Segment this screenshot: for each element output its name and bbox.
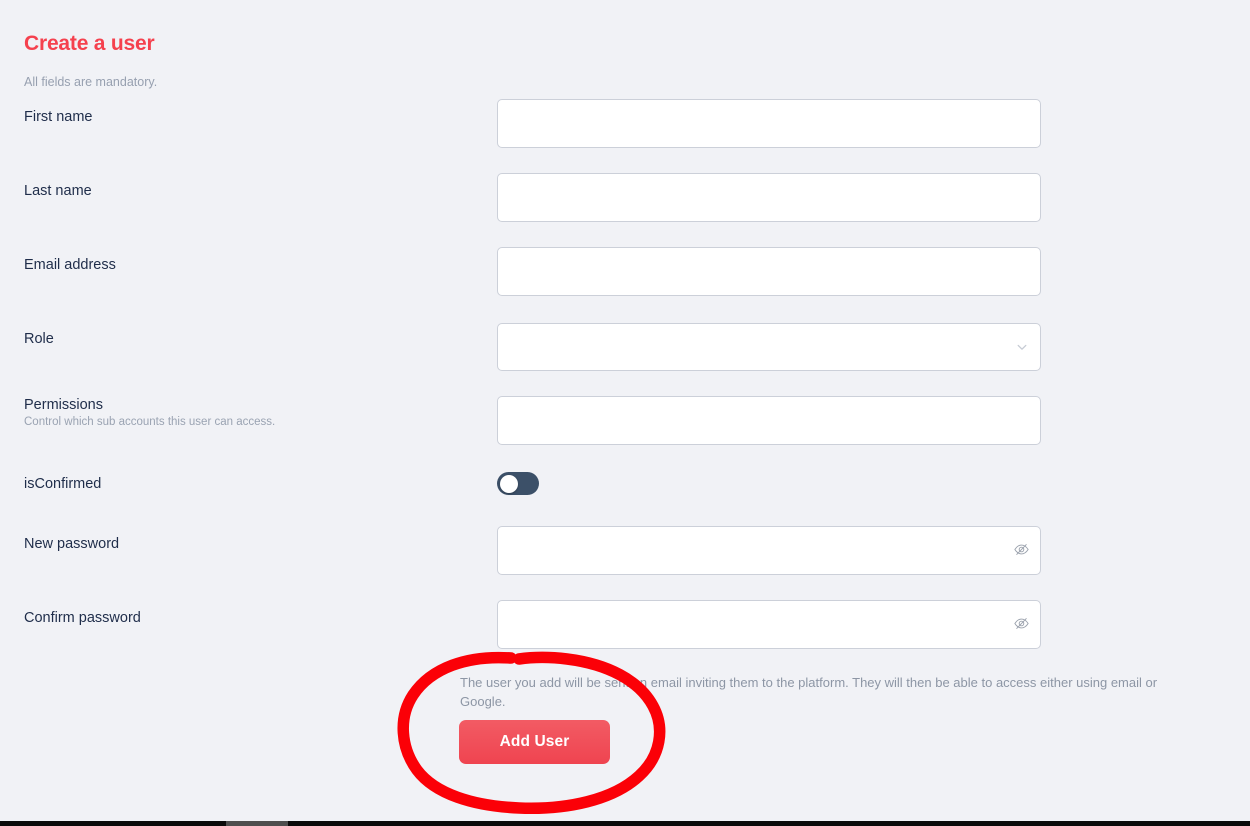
confirm-password-visibility-toggle[interactable] [1011,615,1031,635]
invite-info-text: The user you add will be sent an email i… [460,675,1158,709]
role-select-value[interactable] [497,323,1041,371]
email-address-input[interactable] [497,247,1041,296]
permissions-input[interactable] [497,396,1041,445]
page-title: Create a user [24,32,155,55]
role-select[interactable] [497,323,1041,371]
email-address-label: Email address [24,257,116,273]
first-name-input[interactable] [497,99,1041,148]
page-subtitle: All fields are mandatory. [24,75,158,89]
role-control [497,323,1041,371]
first-name-control [497,99,1041,148]
role-label: Role [24,331,54,347]
confirm-password-label: Confirm password [24,610,141,626]
confirm-password-input[interactable] [497,600,1041,649]
is-confirmed-control [497,472,539,495]
email-address-control [497,247,1041,296]
toggle-knob [499,474,518,493]
create-user-page: Create a user All fields are mandatory. … [0,0,1250,826]
last-name-control [497,173,1041,222]
add-user-button[interactable]: Add User [459,720,610,764]
last-name-label: Last name [24,183,92,199]
first-name-label: First name [24,109,93,125]
new-password-label: New password [24,536,120,552]
eye-slash-icon [1013,541,1030,561]
permissions-control [497,396,1041,445]
confirm-password-control [497,600,1041,649]
new-password-visibility-toggle[interactable] [1011,541,1031,561]
is-confirmed-toggle[interactable] [497,472,539,495]
eye-slash-icon [1013,615,1030,635]
permissions-help-text: Control which sub accounts this user can… [24,416,276,428]
permissions-label: Permissions [24,397,103,413]
horizontal-scrollbar-thumb[interactable] [226,821,288,826]
last-name-input[interactable] [497,173,1041,222]
horizontal-scrollbar[interactable] [0,821,1250,826]
new-password-input[interactable] [497,526,1041,575]
is-confirmed-label: isConfirmed [24,476,102,492]
new-password-control [497,526,1041,575]
